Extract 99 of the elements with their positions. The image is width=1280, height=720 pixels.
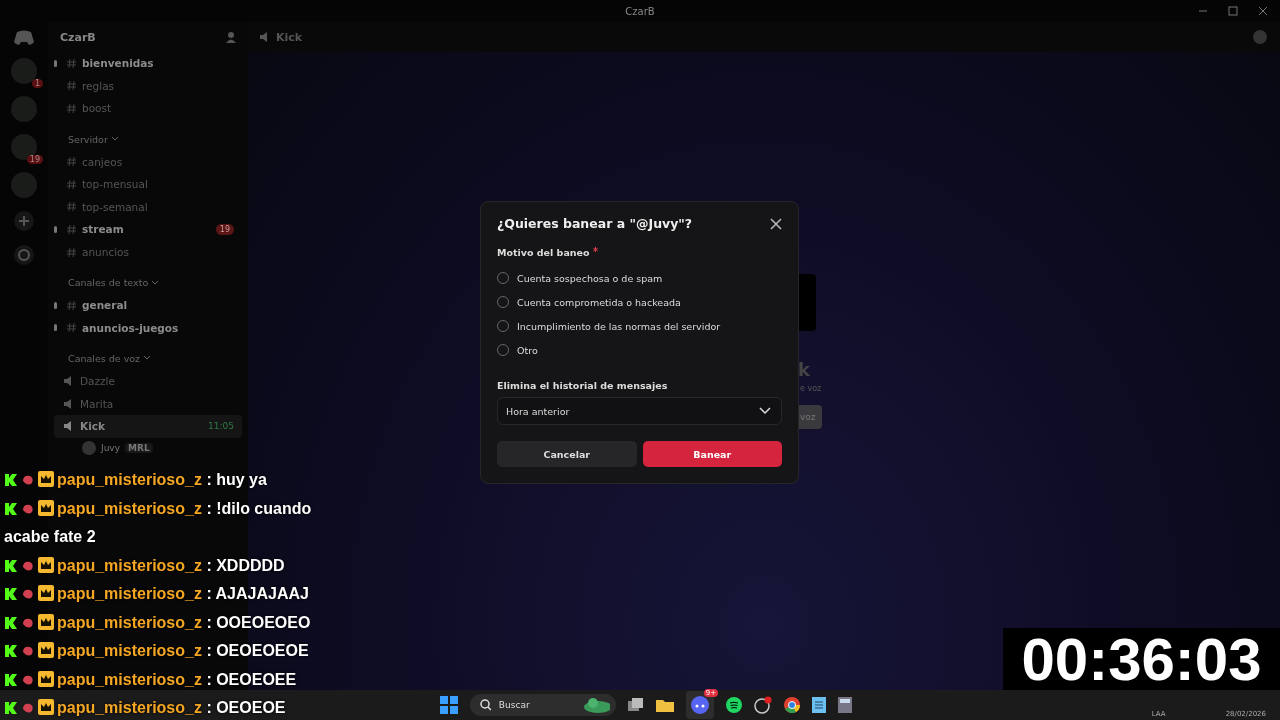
user-tag: MRL xyxy=(125,442,153,453)
chat-message: papu_misterioso_z : OEOEOE xyxy=(4,694,314,720)
k-badge-icon xyxy=(4,615,18,630)
hash-icon xyxy=(67,58,76,68)
hash-icon xyxy=(67,323,76,333)
maximize-icon[interactable] xyxy=(1228,6,1238,16)
search-input[interactable]: Buscar xyxy=(496,699,577,711)
voice-channel-item[interactable]: Dazzle xyxy=(54,369,242,393)
channel-item[interactable]: canjeos xyxy=(82,155,123,168)
crown-badge-icon xyxy=(38,699,54,715)
voice-channel-item[interactable]: Marita xyxy=(54,392,242,415)
hash-icon xyxy=(67,247,76,257)
unread-badge: 19 xyxy=(26,155,43,164)
windows-start-icon[interactable] xyxy=(440,696,458,714)
chat-message: papu_misterioso_z : !dilo cuando acabe fate 2 xyxy=(4,498,313,547)
category-header[interactable]: Canales de texto xyxy=(68,277,149,289)
channel-item[interactable]: reglas xyxy=(82,79,115,92)
chat-message: papu_misterioso_z : OOEOEOEO xyxy=(4,608,314,637)
hash-icon xyxy=(67,179,76,189)
gamepad-app-icon[interactable] xyxy=(691,696,709,714)
channel-item[interactable]: anuncios xyxy=(82,246,129,259)
close-icon[interactable] xyxy=(1258,6,1268,16)
channel-title: Kick xyxy=(276,30,303,44)
category-header[interactable]: Servidor xyxy=(68,133,108,145)
hash-icon xyxy=(67,300,76,310)
blob-badge-icon xyxy=(21,701,35,715)
category-header[interactable]: Canales de voz xyxy=(68,352,141,364)
chevron-icon xyxy=(152,280,159,285)
gamepad-logo-icon[interactable] xyxy=(13,30,35,46)
k-badge-icon xyxy=(4,473,18,487)
field-label: Elimina el historial de mensajes xyxy=(497,380,668,391)
speaker-icon xyxy=(260,32,270,42)
radio-label[interactable]: Otro xyxy=(517,344,538,356)
browser-icon[interactable] xyxy=(784,697,800,713)
speaker-icon xyxy=(64,421,74,432)
blob-badge-icon xyxy=(21,473,35,487)
notepad-icon[interactable] xyxy=(812,697,826,713)
voice-user-name[interactable]: Juvy xyxy=(101,442,120,453)
channel-item[interactable]: top-mensual xyxy=(82,178,148,191)
blob-badge-icon xyxy=(21,644,35,658)
radio-label[interactable]: Cuenta comprometida o hackeada xyxy=(517,296,681,308)
folder-icon[interactable] xyxy=(656,698,674,712)
crown-badge-icon xyxy=(38,642,54,658)
add-user-icon[interactable] xyxy=(226,31,238,43)
chat-message: papu_misterioso_z : XDDDDD xyxy=(4,551,314,580)
k-badge-icon xyxy=(4,501,18,516)
chevron-down-icon xyxy=(759,407,771,415)
chat-message: papu_misterioso_z : OEOEOEOE xyxy=(4,637,314,666)
speaker-icon xyxy=(64,398,74,409)
recorder-icon[interactable] xyxy=(754,696,772,714)
dialog-title: ¿Quieres banear a "@Juvy"? xyxy=(497,216,693,231)
stream-timer: 00:36:03 xyxy=(1003,628,1280,690)
voice-channel-item[interactable]: Kick 11:05 xyxy=(54,414,242,438)
hash-icon xyxy=(67,157,76,167)
server-name[interactable]: CzarB xyxy=(60,30,96,44)
unread-badge: 1 xyxy=(31,79,43,88)
chat-message: papu_misterioso_z : OEOEOEE xyxy=(4,665,314,694)
channel-item[interactable]: top-semanal xyxy=(82,200,148,213)
chevron-icon xyxy=(111,137,118,142)
chat-message: papu_misterioso_z : AJAJAJAAJ xyxy=(4,580,314,609)
chat-message: papu_misterioso_z : huy ya xyxy=(4,466,314,495)
compass-icon[interactable] xyxy=(13,244,35,266)
k-badge-icon xyxy=(4,701,18,715)
window-title: CzarB xyxy=(625,5,655,17)
channel-item[interactable]: stream xyxy=(82,223,124,236)
join-voice-button[interactable]: voz xyxy=(798,405,822,429)
hash-icon xyxy=(67,224,76,234)
k-badge-icon xyxy=(4,558,18,573)
k-badge-icon xyxy=(4,672,18,687)
ban-button[interactable]: Banear xyxy=(642,441,782,467)
user-avatar xyxy=(82,440,96,455)
hash-icon xyxy=(67,104,76,113)
channel-item[interactable]: bienvenidas xyxy=(82,57,154,70)
calculator-icon[interactable] xyxy=(838,697,852,713)
unread-badge: 19 xyxy=(215,223,234,235)
radio-label[interactable]: Incumplimiento de las normas del servidor xyxy=(517,320,721,332)
k-badge-icon xyxy=(4,644,18,658)
crown-badge-icon xyxy=(38,471,54,487)
cancel-button[interactable]: Cancelar xyxy=(497,441,637,467)
hills-icon xyxy=(582,697,610,713)
close-icon[interactable] xyxy=(770,217,782,230)
task-view-icon[interactable] xyxy=(628,698,644,712)
chevron-icon xyxy=(144,356,151,361)
hash-icon xyxy=(67,81,76,91)
search-icon xyxy=(480,699,491,711)
speaker-icon xyxy=(64,376,74,386)
field-label: Motivo del baneo xyxy=(497,247,590,258)
history-dropdown[interactable]: Hora anterior xyxy=(497,397,782,425)
k-badge-icon xyxy=(4,587,18,601)
channel-item[interactable]: general xyxy=(82,299,128,312)
radio-label[interactable]: Cuenta sospechosa o de spam xyxy=(517,272,663,284)
search-field[interactable]: Buscar xyxy=(470,694,616,716)
music-app-icon[interactable] xyxy=(726,697,742,713)
channel-item[interactable]: boost xyxy=(82,102,112,115)
channel-item[interactable]: anuncios-juegos xyxy=(82,321,179,334)
hash-icon xyxy=(67,202,76,212)
crown-badge-icon xyxy=(38,585,54,601)
add-icon[interactable] xyxy=(13,210,35,232)
blob-badge-icon xyxy=(21,587,35,601)
